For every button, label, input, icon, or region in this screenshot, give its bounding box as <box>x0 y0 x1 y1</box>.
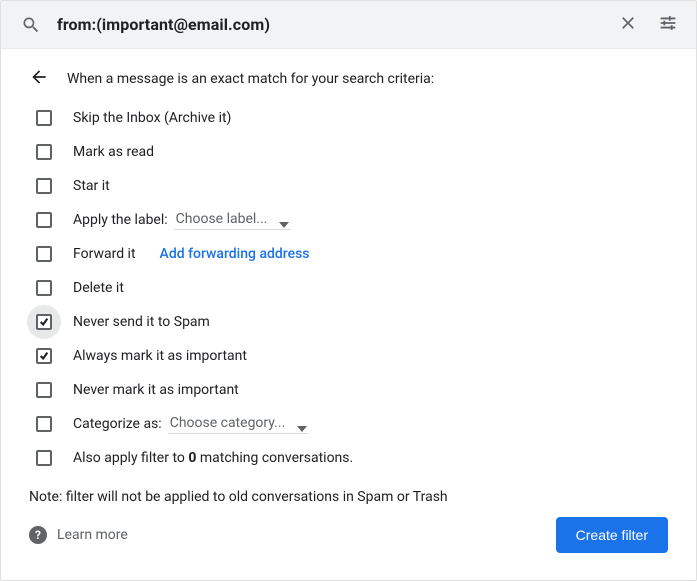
option-forward: Forward it Add forwarding address <box>29 237 676 271</box>
option-label: Delete it <box>73 280 124 296</box>
filter-header-row: When a message is an exact match for you… <box>1 49 696 95</box>
help-icon: ? <box>29 526 47 544</box>
option-label: Apply the label: <box>73 212 168 228</box>
caret-down-icon <box>279 216 289 222</box>
filter-note: Note: filter will not be applied to old … <box>1 475 696 505</box>
option-delete: Delete it <box>29 271 676 305</box>
checkbox-also-apply[interactable] <box>36 450 52 466</box>
category-dropdown[interactable]: Choose category... <box>168 415 310 434</box>
search-input[interactable]: from:(important@email.com) <box>57 15 608 34</box>
option-also-apply: Also apply filter to 0 matching conversa… <box>29 441 676 475</box>
option-label: Never send it to Spam <box>73 314 210 330</box>
learn-more-link[interactable]: Learn more <box>57 527 128 543</box>
checkbox-delete[interactable] <box>36 280 52 296</box>
dropdown-value: Choose label... <box>176 211 268 227</box>
label-dropdown[interactable]: Choose label... <box>174 211 292 230</box>
option-never-spam: Never send it to Spam <box>29 305 676 339</box>
search-icon <box>19 13 43 37</box>
filter-footer: ? Learn more Create filter <box>1 505 696 571</box>
option-label: Skip the Inbox (Archive it) <box>73 110 231 126</box>
tune-icon <box>657 12 679 37</box>
option-label: Never mark it as important <box>73 382 239 398</box>
option-label: Mark as read <box>73 144 154 160</box>
option-always-important: Always mark it as important <box>29 339 676 373</box>
checkbox-mark-read[interactable] <box>36 144 52 160</box>
checkbox-apply-label[interactable] <box>36 212 52 228</box>
option-never-important: Never mark it as important <box>29 373 676 407</box>
search-options-button[interactable] <box>648 5 688 45</box>
back-button[interactable] <box>27 67 51 91</box>
checkbox-never-important[interactable] <box>36 382 52 398</box>
option-label: Categorize as: <box>73 416 162 432</box>
filter-options-list: Skip the Inbox (Archive it) Mark as read… <box>1 95 696 475</box>
checkbox-skip-inbox[interactable] <box>36 110 52 126</box>
option-skip-inbox: Skip the Inbox (Archive it) <box>29 101 676 135</box>
caret-down-icon <box>297 420 307 426</box>
option-label: Star it <box>73 178 110 194</box>
search-bar: from:(important@email.com) <box>1 1 696 49</box>
option-star: Star it <box>29 169 676 203</box>
checkbox-forward[interactable] <box>36 246 52 262</box>
option-label: Forward it <box>73 246 136 262</box>
option-label: Always mark it as important <box>73 348 247 364</box>
dropdown-value: Choose category... <box>170 415 286 431</box>
arrow-back-icon <box>29 67 49 91</box>
checkbox-star[interactable] <box>36 178 52 194</box>
option-categorize: Categorize as: Choose category... <box>29 407 676 441</box>
checkbox-always-important[interactable] <box>36 348 52 364</box>
checkbox-categorize[interactable] <box>36 416 52 432</box>
close-icon <box>618 13 638 36</box>
checkbox-never-spam[interactable] <box>36 314 52 330</box>
create-filter-button[interactable]: Create filter <box>556 517 668 553</box>
option-label: Also apply filter to 0 matching conversa… <box>73 450 353 466</box>
filter-header-text: When a message is an exact match for you… <box>67 71 434 87</box>
option-mark-read: Mark as read <box>29 135 676 169</box>
clear-search-button[interactable] <box>608 5 648 45</box>
option-apply-label: Apply the label: Choose label... <box>29 203 676 237</box>
add-forwarding-link[interactable]: Add forwarding address <box>160 246 310 262</box>
